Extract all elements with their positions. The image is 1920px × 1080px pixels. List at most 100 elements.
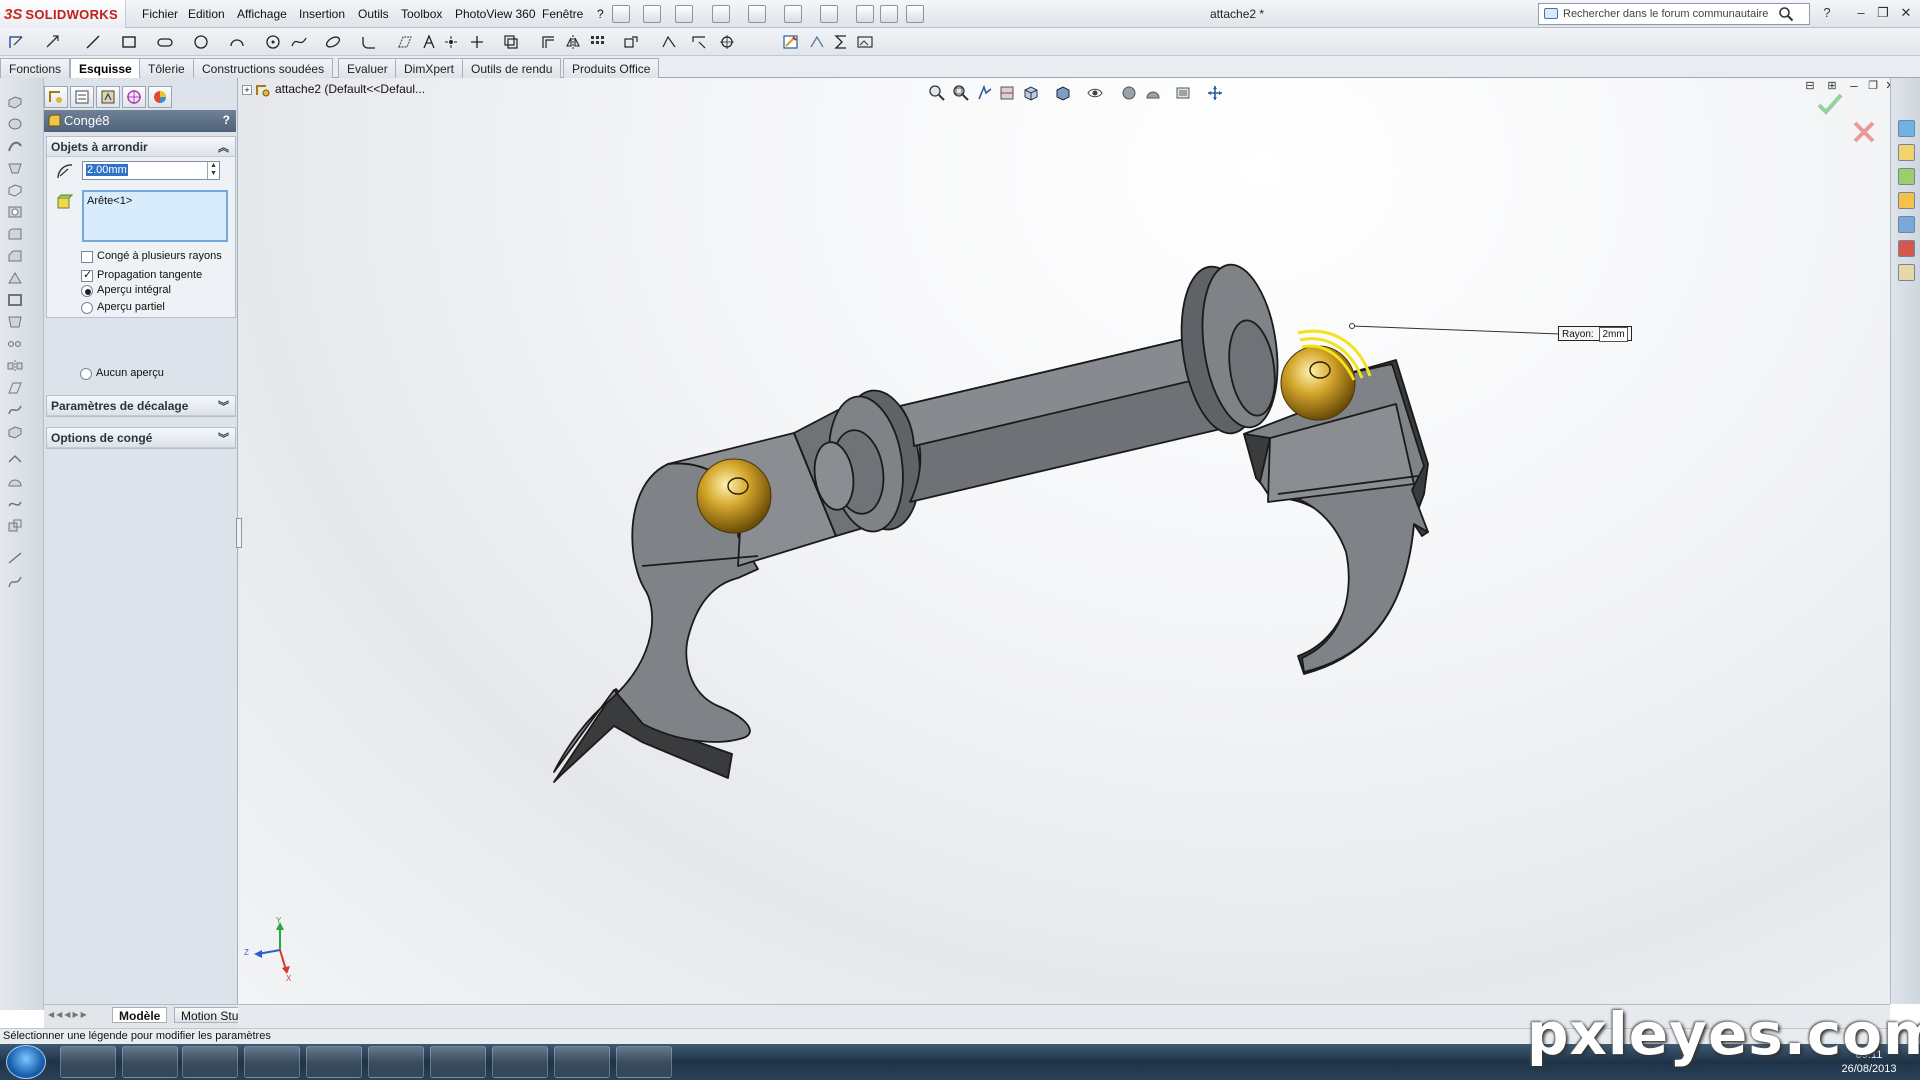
instant-2d-icon[interactable] [808, 33, 826, 51]
shell-icon[interactable] [6, 292, 24, 308]
line-icon[interactable] [84, 33, 102, 51]
ellipse-icon[interactable] [324, 33, 342, 51]
panel-collapse-handle[interactable] [236, 518, 242, 548]
loft-icon[interactable] [6, 160, 24, 176]
radius-callout[interactable]: Rayon: 2mm [1558, 326, 1632, 342]
calculator-icon[interactable] [306, 1046, 362, 1078]
help-button[interactable]: ? [223, 113, 230, 127]
select-icon[interactable] [820, 5, 838, 23]
flex-icon[interactable] [6, 496, 24, 512]
pin-icon[interactable] [612, 5, 630, 23]
part-body[interactable] [553, 260, 1429, 783]
minimize-icon[interactable]: – [1852, 5, 1870, 21]
linear-pattern-icon[interactable] [588, 33, 606, 51]
sum-icon[interactable] [832, 33, 850, 51]
word-icon[interactable] [492, 1046, 548, 1078]
instant3d-icon[interactable] [6, 424, 24, 440]
options-icon[interactable] [906, 5, 924, 23]
cut-extrude-icon[interactable] [6, 182, 24, 198]
mirror-icon[interactable] [564, 33, 582, 51]
menu-toolbox[interactable]: Toolbox [401, 7, 442, 21]
tab-constructions-soudees[interactable]: Constructions soudées [193, 58, 334, 78]
display-relations-icon[interactable] [660, 33, 678, 51]
repair-sketch-icon[interactable] [690, 33, 708, 51]
rectangle-icon[interactable] [120, 33, 138, 51]
arc-icon[interactable] [228, 33, 246, 51]
explorer-folder-icon[interactable] [244, 1046, 300, 1078]
configuration-manager-tab-icon[interactable] [96, 86, 120, 108]
slot-icon[interactable] [156, 33, 174, 51]
plane-icon[interactable] [396, 33, 414, 51]
print-icon[interactable] [748, 5, 766, 23]
gimp-icon[interactable] [368, 1046, 424, 1078]
firefox-icon[interactable] [122, 1046, 178, 1078]
draft-icon[interactable] [6, 314, 24, 330]
save-icon[interactable] [712, 5, 730, 23]
view-palette-icon[interactable] [1898, 216, 1915, 233]
tab-scroll-arrows-icon[interactable]: ◀◀◀▶▶ [48, 1010, 89, 1019]
radius-input[interactable]: 2.00mm [82, 161, 220, 180]
smart-dimension-icon[interactable] [44, 33, 62, 51]
callout-value-field[interactable]: 2mm [1599, 327, 1628, 342]
tab-fonctions[interactable]: Fonctions [0, 58, 71, 78]
selected-edges-list[interactable]: Arête<1> [82, 190, 228, 242]
move-entities-icon[interactable] [622, 33, 640, 51]
menu-photoview[interactable]: PhotoView 360 [455, 7, 536, 21]
rapid-sketch-icon[interactable] [782, 33, 800, 51]
fillet-feature-icon[interactable] [6, 226, 24, 242]
menu-fichier[interactable]: Fichier [142, 7, 178, 21]
no-preview-radio[interactable] [80, 368, 92, 380]
tab-produits-office[interactable]: Produits Office [563, 58, 660, 78]
fastener-right[interactable] [1280, 345, 1356, 421]
sketch-icon[interactable] [8, 33, 26, 51]
rebuild-icon[interactable] [856, 5, 874, 23]
mirror-feature-icon[interactable] [6, 358, 24, 374]
menu-outils[interactable]: Outils [358, 7, 389, 21]
fastener-left[interactable] [696, 458, 772, 534]
tab-dimxpert[interactable]: DimXpert [395, 58, 464, 78]
custom-properties-icon[interactable] [1898, 264, 1915, 281]
sweep-icon[interactable] [6, 138, 24, 154]
graphics-area[interactable]: +attache2 (Default<<Defaul... ⊟ ⊞ – ❐ ✕ [236, 78, 1895, 1004]
media-player-icon[interactable] [182, 1046, 238, 1078]
help-menu-icon[interactable]: ? [1818, 5, 1836, 21]
expand-chevron-icon[interactable]: ︾ [218, 398, 229, 414]
menu-help[interactable]: ? [597, 7, 604, 21]
solidworks-taskbar-icon[interactable] [616, 1046, 672, 1078]
design-library-icon[interactable] [1898, 168, 1915, 185]
sketch-picture-icon[interactable] [856, 33, 874, 51]
dimxpert-manager-tab-icon[interactable] [122, 86, 146, 108]
pattern-feature-icon[interactable] [6, 336, 24, 352]
internet-explorer-icon[interactable] [60, 1046, 116, 1078]
convert-entities-icon[interactable] [502, 33, 520, 51]
home-icon[interactable] [1898, 144, 1915, 161]
expand-chevron-icon[interactable]: ︾ [218, 430, 229, 446]
fillet-sketch-icon[interactable] [360, 33, 378, 51]
new-document-icon[interactable] [643, 5, 661, 23]
circle-icon[interactable] [192, 33, 210, 51]
fillet-options-header[interactable]: Options de congé ︾ [47, 428, 235, 448]
offset-parameters-header[interactable]: Paramètres de décalage ︾ [47, 396, 235, 416]
multi-radius-checkbox[interactable] [81, 251, 93, 263]
scale-icon[interactable] [6, 518, 24, 534]
radius-spinner[interactable]: ▲ ▼ [207, 162, 219, 179]
trim-icon[interactable] [468, 33, 486, 51]
tab-outils-de-rendu[interactable]: Outils de rendu [462, 58, 562, 78]
tab-esquisse[interactable]: Esquisse [70, 58, 141, 78]
windows-start-icon[interactable] [6, 1045, 46, 1079]
offset-entities-icon[interactable] [540, 33, 558, 51]
tab-evaluer[interactable]: Evaluer [338, 58, 397, 78]
point-icon[interactable] [442, 33, 460, 51]
network-app-icon[interactable] [430, 1046, 486, 1078]
file-explorer-icon[interactable] [1898, 192, 1915, 209]
spline-icon[interactable] [290, 33, 308, 51]
sketch-line-icon[interactable] [6, 550, 24, 566]
wrap-icon[interactable] [6, 452, 24, 468]
property-manager-tab-icon[interactable] [70, 86, 94, 108]
tab-tolerie[interactable]: Tôlerie [139, 58, 194, 78]
partial-preview-radio[interactable] [81, 302, 93, 314]
file-properties-icon[interactable] [880, 5, 898, 23]
hole-wizard-icon[interactable] [6, 204, 24, 220]
full-preview-radio[interactable] [81, 285, 93, 297]
extrude-icon[interactable] [6, 94, 24, 110]
